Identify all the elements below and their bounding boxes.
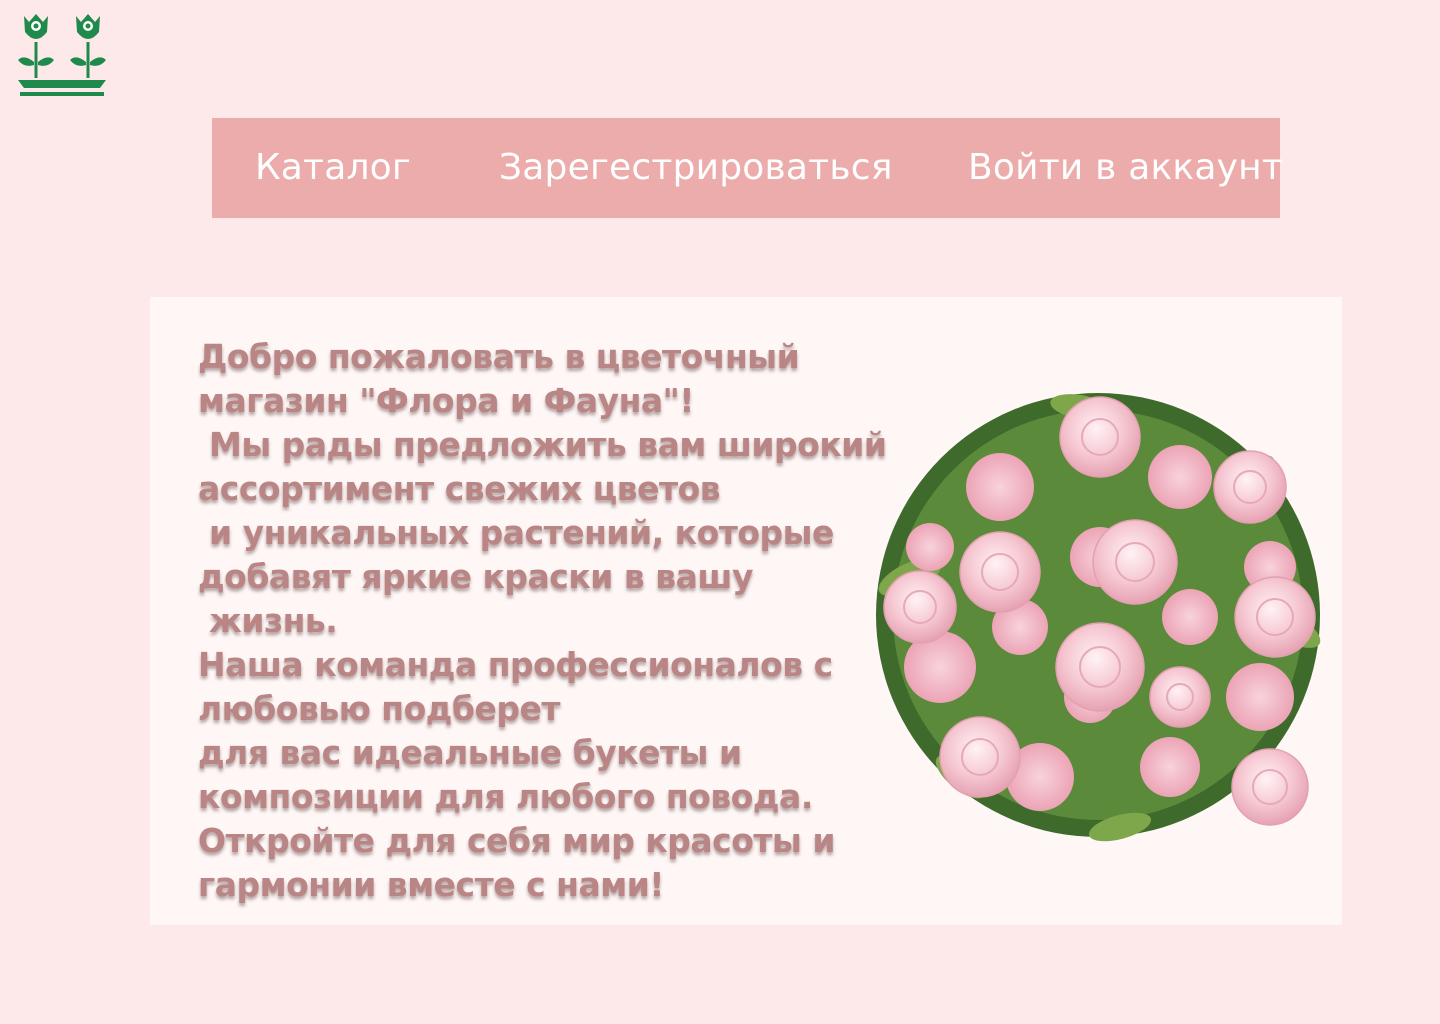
nav-login-link[interactable]: Войти в аккаунт — [968, 118, 1283, 218]
pink-roses-bouquet-image — [876, 393, 1321, 842]
main-nav: Каталог Зарегестрироваться Войти в аккау… — [212, 118, 1283, 218]
site-logo[interactable] — [16, 10, 108, 100]
rose-pair-logo-icon — [18, 14, 106, 96]
welcome-panel: Добро пожаловать в цветочный магазин "Фл… — [150, 297, 1342, 925]
nav-catalog-link[interactable]: Каталог — [255, 118, 411, 218]
welcome-text: Добро пожаловать в цветочный магазин "Фл… — [198, 337, 887, 904]
nav-register-link[interactable]: Зарегестрироваться — [499, 118, 893, 218]
